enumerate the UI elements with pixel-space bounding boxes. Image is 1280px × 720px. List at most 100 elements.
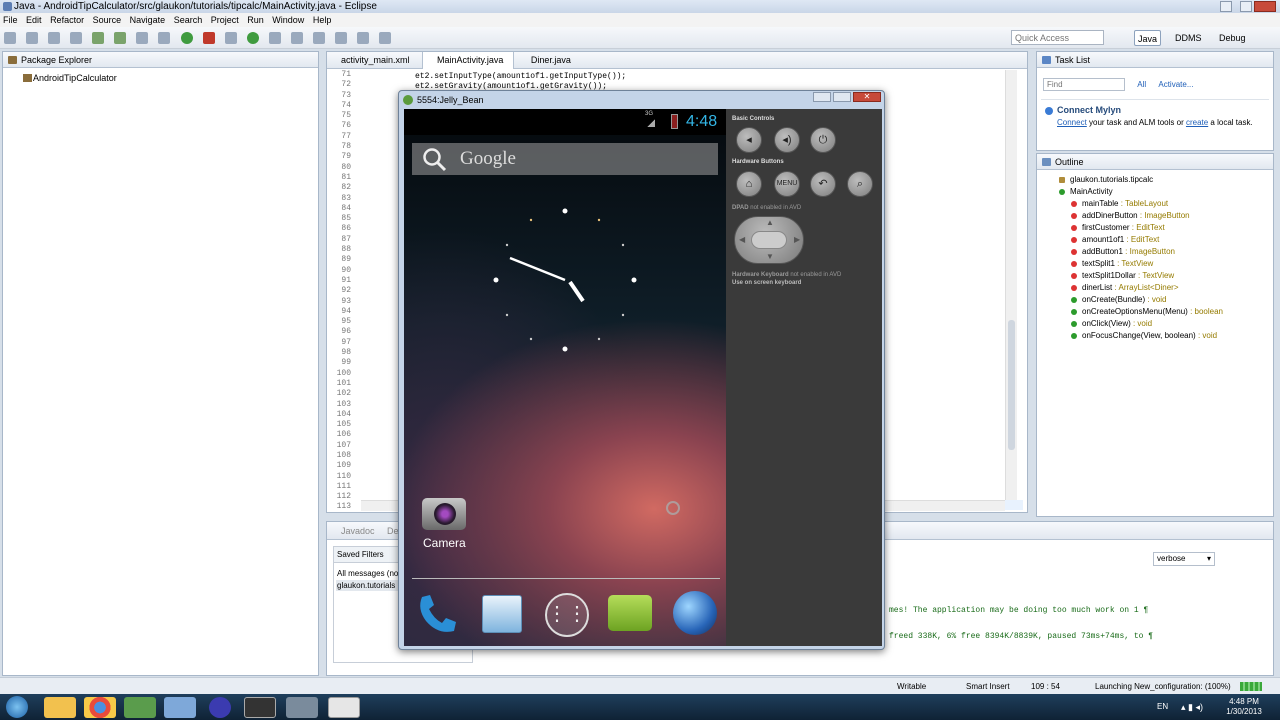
android-sdk-icon[interactable]	[92, 32, 105, 44]
outline-tab[interactable]: Outline	[1037, 154, 1273, 170]
menu-edit[interactable]: Edit	[26, 15, 42, 25]
quick-access-input[interactable]	[1011, 30, 1104, 45]
start-button[interactable]	[6, 696, 28, 718]
task-list-tab[interactable]: Task List	[1037, 52, 1273, 68]
new-icon[interactable]	[4, 32, 16, 44]
outline-field[interactable]: dinerList : ArrayList<Diner>	[1071, 282, 1273, 294]
back-icon[interactable]	[357, 32, 369, 44]
perspective-debug[interactable]: Debug	[1216, 30, 1249, 46]
task-find-input[interactable]	[1043, 78, 1125, 91]
power-button[interactable]: ⏻	[810, 127, 836, 153]
outline-field[interactable]: amount1of1 : EditText	[1071, 234, 1273, 246]
menu-run[interactable]: Run	[247, 15, 264, 25]
run-icon[interactable]	[180, 32, 193, 44]
external-tools-icon[interactable]	[202, 32, 215, 44]
next-annotation-icon[interactable]	[312, 32, 325, 44]
dpad-down-icon[interactable]: ▼	[766, 252, 774, 261]
new-class-icon[interactable]	[246, 32, 259, 44]
tab-diner[interactable]: Diner.java	[517, 52, 581, 69]
window-taskbar-icon[interactable]	[328, 697, 360, 718]
phone-icon[interactable]	[414, 591, 460, 637]
menu-navigate[interactable]: Navigate	[130, 15, 166, 25]
search-toolbar-icon[interactable]	[290, 32, 303, 44]
menu-window[interactable]: Window	[272, 15, 304, 25]
emulator-maximize-button[interactable]	[833, 92, 851, 102]
eclipse-taskbar-icon[interactable]	[209, 697, 231, 718]
prev-annotation-icon[interactable]	[334, 32, 347, 44]
back-button[interactable]: ↶	[810, 171, 836, 197]
emulator-title-bar[interactable]: 5554:Jelly_Bean ✕	[399, 91, 884, 109]
emulator-close-button[interactable]: ✕	[853, 92, 881, 102]
camera-app-icon[interactable]	[422, 492, 466, 532]
outline-method[interactable]: onFocusChange(View, boolean) : void	[1071, 330, 1273, 342]
menu-search[interactable]: Search	[174, 15, 203, 25]
tray-icons[interactable]: ▴ ▮ ◂)	[1181, 702, 1203, 713]
chrome-taskbar-icon[interactable]	[84, 697, 116, 718]
search-button[interactable]: ⌕	[847, 171, 873, 197]
contacts-icon[interactable]	[482, 595, 522, 633]
forward-icon[interactable]	[379, 32, 392, 44]
language-indicator[interactable]: EN	[1157, 702, 1168, 711]
minimize-button[interactable]	[1220, 1, 1232, 12]
outline-field[interactable]: firstCustomer : EditText	[1071, 222, 1273, 234]
project-node[interactable]: AndroidTipCalculator	[33, 73, 117, 83]
outline-method[interactable]: onClick(View) : void	[1071, 318, 1273, 330]
volume-up-button[interactable]: ◂)	[774, 127, 800, 153]
open-type-icon[interactable]	[268, 32, 281, 44]
outline-class[interactable]: MainActivity	[1059, 186, 1273, 198]
device-screen[interactable]: 3G 4:48 Google Camera ⋮⋮	[404, 109, 726, 646]
tab-declaration[interactable]: De	[387, 526, 399, 536]
outline-field[interactable]: mainTable : TableLayout	[1071, 198, 1273, 210]
task-activate-link[interactable]: Activate...	[1158, 80, 1193, 89]
analog-clock-widget[interactable]	[490, 205, 640, 355]
clock[interactable]: 4:48 PM 1/30/2013	[1222, 697, 1266, 717]
google-search-bar[interactable]: Google	[412, 143, 718, 175]
perspective-java[interactable]: Java	[1134, 30, 1162, 46]
print-icon[interactable]	[70, 32, 83, 44]
menu-source[interactable]: Source	[93, 15, 122, 25]
dpad-up-icon[interactable]: ▲	[766, 218, 774, 227]
outline-method[interactable]: onCreate(Bundle) : void	[1071, 294, 1273, 306]
perspective-ddms[interactable]: DDMS	[1172, 30, 1205, 46]
menu-project[interactable]: Project	[211, 15, 239, 25]
new-java-project-icon[interactable]	[224, 32, 237, 44]
log-level-select[interactable]: verbose ▾	[1153, 552, 1215, 566]
network-taskbar-icon[interactable]	[286, 697, 318, 718]
mylyn-create-link[interactable]: create	[1186, 118, 1208, 127]
save-all-icon[interactable]	[48, 32, 61, 44]
emulator-taskbar-icon[interactable]	[244, 697, 276, 718]
outline-package[interactable]: glaukon.tutorials.tipcalc	[1059, 174, 1273, 186]
outline-field[interactable]: textSplit1Dollar : TextView	[1071, 270, 1273, 282]
outline-field[interactable]: addDinerButton : ImageButton	[1071, 210, 1273, 222]
browser-icon[interactable]	[673, 591, 717, 635]
scroll-thumb[interactable]	[1008, 320, 1015, 450]
outline-method[interactable]: onCreateOptionsMenu(Menu) : boolean	[1071, 306, 1273, 318]
lint-icon[interactable]	[136, 32, 149, 44]
volume-down-button[interactable]: ◂	[736, 127, 762, 153]
menu-button[interactable]: MENU	[774, 171, 800, 197]
home-button[interactable]: ⌂	[736, 171, 762, 197]
app-drawer-icon[interactable]: ⋮⋮	[545, 593, 589, 637]
tab-javadoc[interactable]: Javadoc	[341, 526, 375, 536]
tab-activity-main[interactable]: activity_main.xml	[327, 52, 420, 69]
emulator-minimize-button[interactable]	[813, 92, 831, 102]
dpad-right-icon[interactable]: ▶	[794, 235, 800, 244]
editor-vertical-scrollbar[interactable]	[1005, 70, 1017, 500]
close-button[interactable]	[1254, 1, 1276, 12]
dpad-center-button[interactable]	[751, 231, 787, 249]
explorer-taskbar-icon[interactable]	[44, 697, 76, 718]
outline-field[interactable]: textSplit1 : TextView	[1071, 258, 1273, 270]
debug-icon[interactable]	[158, 32, 171, 44]
dpad-left-icon[interactable]: ◀	[739, 235, 745, 244]
app-taskbar-icon[interactable]	[164, 697, 196, 718]
avd-manager-icon[interactable]	[114, 32, 127, 44]
save-icon[interactable]	[26, 32, 39, 44]
maximize-button[interactable]	[1240, 1, 1252, 12]
package-explorer-tab[interactable]: Package Explorer	[3, 52, 318, 68]
mylyn-connect-link[interactable]: Connect	[1057, 118, 1087, 127]
messaging-icon[interactable]	[608, 595, 652, 631]
outline-field[interactable]: addButton1 : ImageButton	[1071, 246, 1273, 258]
menu-file[interactable]: File	[3, 15, 18, 25]
notepad-taskbar-icon[interactable]	[124, 697, 156, 718]
tab-mainactivity[interactable]: MainActivity.java	[422, 52, 515, 69]
